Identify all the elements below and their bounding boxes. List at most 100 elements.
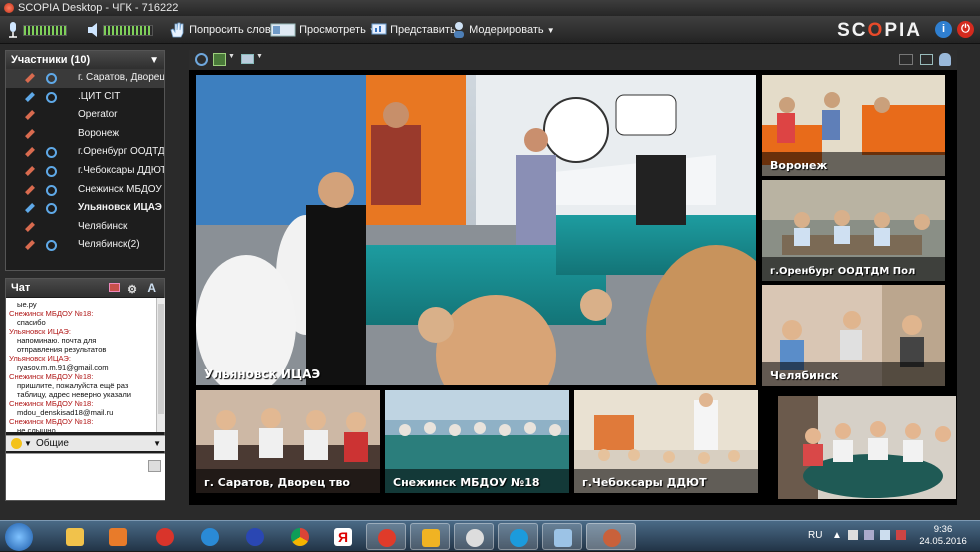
settings-icon[interactable]: ⚙ (127, 281, 137, 299)
mic-control[interactable] (6, 20, 68, 40)
screen-share-icon[interactable] (241, 54, 254, 64)
participant-row[interactable]: Воронеж (6, 125, 164, 144)
chat-recipient-select[interactable]: ▼ Общие ▼ (6, 435, 165, 451)
chat-panel: Чат ⚙ A ые.ру Снежинск МБДОУ №18: спасибо У… (5, 278, 165, 501)
taskbar-yandex[interactable]: Я (323, 523, 363, 550)
fullscreen-icon[interactable] (920, 54, 933, 65)
chat-message: mdou_denskisad18@mail.ru (17, 408, 114, 417)
chat-message: спасибо (17, 318, 46, 327)
flag-icon[interactable] (848, 530, 858, 540)
taskbar-yandex-browser[interactable] (366, 523, 406, 550)
internet-explorer-icon (201, 528, 219, 546)
power-icon: ⏻ (961, 23, 970, 35)
smiley-icon[interactable] (11, 438, 22, 449)
chat-sender: Снежинск МБДОУ №18: (9, 309, 94, 318)
volume-icon[interactable] (880, 530, 890, 540)
chrome-icon (291, 528, 309, 546)
system-tray: RU ▲ 9:36 24.05.2016 (800, 521, 980, 552)
panel-menu-icon[interactable]: ▼ (149, 52, 159, 70)
participant-row[interactable]: г. Саратов, Дворец ... (6, 69, 164, 88)
participant-name: Челябинск(2) (78, 239, 140, 251)
layout-icon[interactable] (213, 53, 226, 66)
participant-name: .ЦИТ СIТ (78, 90, 121, 102)
participant-name: Ульяновск ИЦАЭ (78, 202, 162, 214)
tray-arrow-icon[interactable]: ▲ (832, 530, 842, 541)
skype-icon (510, 529, 528, 547)
camera-status-icon (46, 184, 57, 196)
swap-icon[interactable] (899, 54, 913, 65)
chat-scrollbar[interactable] (156, 298, 165, 432)
video-tile-chelyabinsk[interactable]: Челябинск (762, 285, 945, 386)
mic-status-icon (25, 221, 35, 232)
exit-button[interactable]: ⏻ (957, 21, 974, 38)
participant-row[interactable]: г.Чебоксары ДДЮТ (6, 162, 164, 181)
headset-icon (466, 529, 484, 547)
camera-status-icon (46, 147, 57, 159)
taskbar-headset[interactable] (454, 523, 494, 550)
video-tile-cheboksary[interactable]: г.Чебоксары ДДЮТ (574, 390, 758, 493)
send-icon[interactable] (148, 460, 161, 472)
user-icon[interactable] (939, 53, 951, 66)
network-icon[interactable] (864, 530, 874, 540)
taskbar-explorer[interactable] (55, 523, 95, 550)
taskbar-pin[interactable] (145, 523, 185, 550)
info-button[interactable]: i (935, 21, 952, 38)
chevron-down-icon: ▼ (228, 53, 235, 60)
moderate-menu-button[interactable]: Модерировать ▼ (452, 20, 555, 40)
chat-input[interactable] (6, 453, 165, 500)
hand-icon (170, 22, 184, 38)
font-icon[interactable]: A (147, 279, 156, 297)
video-tile-label: г.Оренбург ООДТДМ Пол (770, 266, 916, 277)
video-tile-label: г.Чебоксары ДДЮТ (582, 476, 707, 489)
start-button[interactable] (5, 523, 33, 551)
taskbar-clock[interactable]: 9:36 24.05.2016 (918, 524, 968, 548)
security-icon[interactable] (896, 530, 906, 540)
participant-row[interactable]: Снежинск МБДОУ ... (6, 181, 164, 200)
video-tile-main[interactable]: Ульяновск ИЦАЭ (196, 75, 756, 385)
language-indicator[interactable]: RU (808, 530, 822, 541)
app-logo-icon (4, 3, 14, 13)
eraser-icon[interactable] (109, 283, 120, 292)
taskbar-tool[interactable] (410, 523, 450, 550)
taskbar-app[interactable] (235, 523, 275, 550)
taskbar-chrome[interactable] (280, 523, 320, 550)
clock-date: 24.05.2016 (919, 536, 967, 547)
taskbar-scopia[interactable] (586, 523, 636, 550)
view-menu-button[interactable]: Просмотреть ▼ (270, 20, 377, 40)
video-tile-label: Воронеж (770, 159, 828, 172)
chat-header: Чат ⚙ A (6, 279, 164, 297)
taskbar-skype[interactable] (498, 523, 538, 550)
moderator-icon (454, 22, 464, 39)
video-tile-voronezh[interactable]: Воронеж (762, 75, 945, 176)
present-button[interactable]: Представить (371, 20, 456, 40)
info-icon: i (941, 23, 946, 35)
mic-status-icon (25, 240, 35, 251)
video-tile-saratov[interactable]: г. Саратов, Дворец тво (196, 390, 380, 493)
participant-row[interactable]: Челябинск(2) (6, 236, 164, 255)
video-tile-orenburg[interactable]: г.Оренбург ООДТДМ Пол (762, 180, 945, 281)
mic-status-icon (25, 147, 35, 158)
speaker-control[interactable] (86, 20, 154, 40)
mic-status-icon (25, 184, 35, 195)
taskbar-media[interactable] (98, 523, 138, 550)
chat-messages[interactable]: ые.ру Снежинск МБДОУ №18: спасибо Ульяновск… (6, 298, 156, 432)
participant-row[interactable]: Ульяновск ИЦАЭ (6, 199, 164, 218)
participant-row[interactable]: Operator (6, 106, 164, 125)
chat-scroll-thumb[interactable] (158, 304, 164, 414)
video-tile-self-view[interactable] (778, 396, 956, 499)
camera-status-icon (46, 73, 57, 84)
camera-icon[interactable] (195, 53, 208, 66)
participant-row[interactable]: г.Оренбург ООДТД... (6, 143, 164, 162)
taskbar-ie[interactable] (190, 523, 230, 550)
main-toolbar: Попросить слова Просмотреть ▼ Представит… (0, 16, 980, 44)
participant-name: Operator (78, 109, 118, 121)
video-tile-label: Челябинск (770, 369, 839, 382)
participant-row[interactable]: Челябинск (6, 218, 164, 237)
yandex-browser-icon (378, 529, 396, 547)
video-tile-snezhinsk[interactable]: Снежинск МБДОУ №18 (385, 390, 569, 493)
taskbar-network[interactable] (542, 523, 582, 550)
participant-row[interactable]: .ЦИТ СIТ (6, 88, 164, 107)
chat-sender: Снежинск МБДОУ №18: (9, 372, 94, 381)
raise-hand-button[interactable]: Попросить слова (168, 20, 277, 40)
chat-message: таблицу, адрес неверно указали (17, 390, 132, 399)
